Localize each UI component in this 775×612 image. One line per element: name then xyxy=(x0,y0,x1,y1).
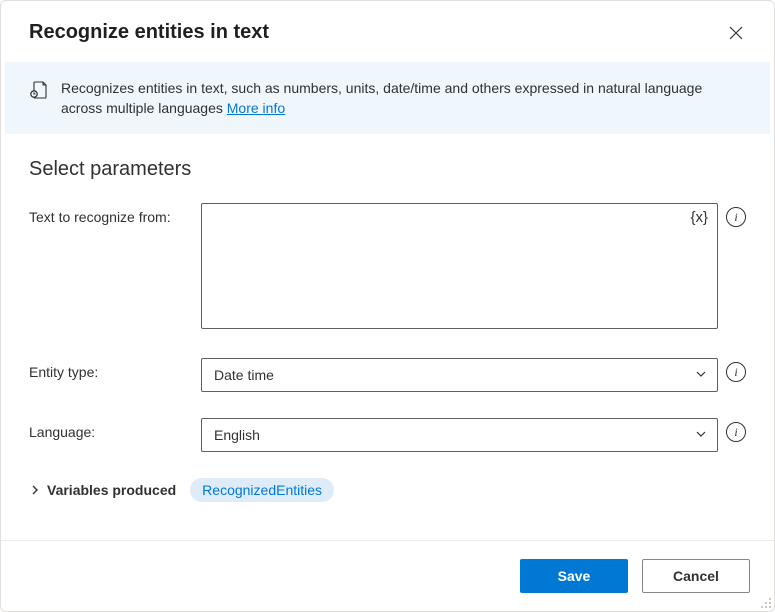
variable-pill[interactable]: RecognizedEntities xyxy=(190,478,334,502)
close-button[interactable] xyxy=(726,23,746,43)
info-icon[interactable]: i xyxy=(726,422,746,442)
field-label: Language: xyxy=(29,418,201,440)
cancel-button[interactable]: Cancel xyxy=(642,559,750,593)
save-button[interactable]: Save xyxy=(520,559,628,593)
dialog-footer: Save Cancel xyxy=(1,540,774,611)
field-text-to-recognize: Text to recognize from: {x} i xyxy=(29,203,746,332)
variables-produced-label: Variables produced xyxy=(47,482,176,498)
field-language: Language: English i xyxy=(29,418,746,452)
chevron-down-icon xyxy=(695,367,707,383)
entity-type-select[interactable]: Date time xyxy=(201,358,718,392)
variables-produced-row: Variables produced RecognizedEntities xyxy=(29,478,746,502)
resize-grip[interactable] xyxy=(758,595,772,609)
info-icon[interactable]: i xyxy=(726,207,746,227)
field-entity-type: Entity type: Date time i xyxy=(29,358,746,392)
more-info-link[interactable]: More info xyxy=(227,100,285,116)
text-to-recognize-input[interactable] xyxy=(201,203,718,329)
chevron-down-icon xyxy=(695,427,707,443)
close-icon xyxy=(729,26,743,40)
dialog-title: Recognize entities in text xyxy=(29,21,269,44)
select-value: English xyxy=(214,427,260,443)
section-title: Select parameters xyxy=(29,158,746,181)
entities-icon xyxy=(29,80,49,100)
insert-variable-button[interactable]: {x} xyxy=(690,209,708,226)
dialog-content: Select parameters Text to recognize from… xyxy=(1,134,774,540)
chevron-right-icon xyxy=(29,484,41,496)
dialog-header: Recognize entities in text xyxy=(1,1,774,62)
dialog: Recognize entities in text Recognizes en… xyxy=(0,0,775,612)
select-value: Date time xyxy=(214,367,274,383)
field-label: Entity type: xyxy=(29,358,201,380)
field-label: Text to recognize from: xyxy=(29,203,201,225)
language-select[interactable]: English xyxy=(201,418,718,452)
info-icon[interactable]: i xyxy=(726,362,746,382)
info-banner-description: Recognizes entities in text, such as num… xyxy=(61,80,702,116)
info-banner: Recognizes entities in text, such as num… xyxy=(5,62,770,134)
info-banner-text: Recognizes entities in text, such as num… xyxy=(61,78,746,118)
variables-produced-toggle[interactable]: Variables produced xyxy=(29,482,176,498)
